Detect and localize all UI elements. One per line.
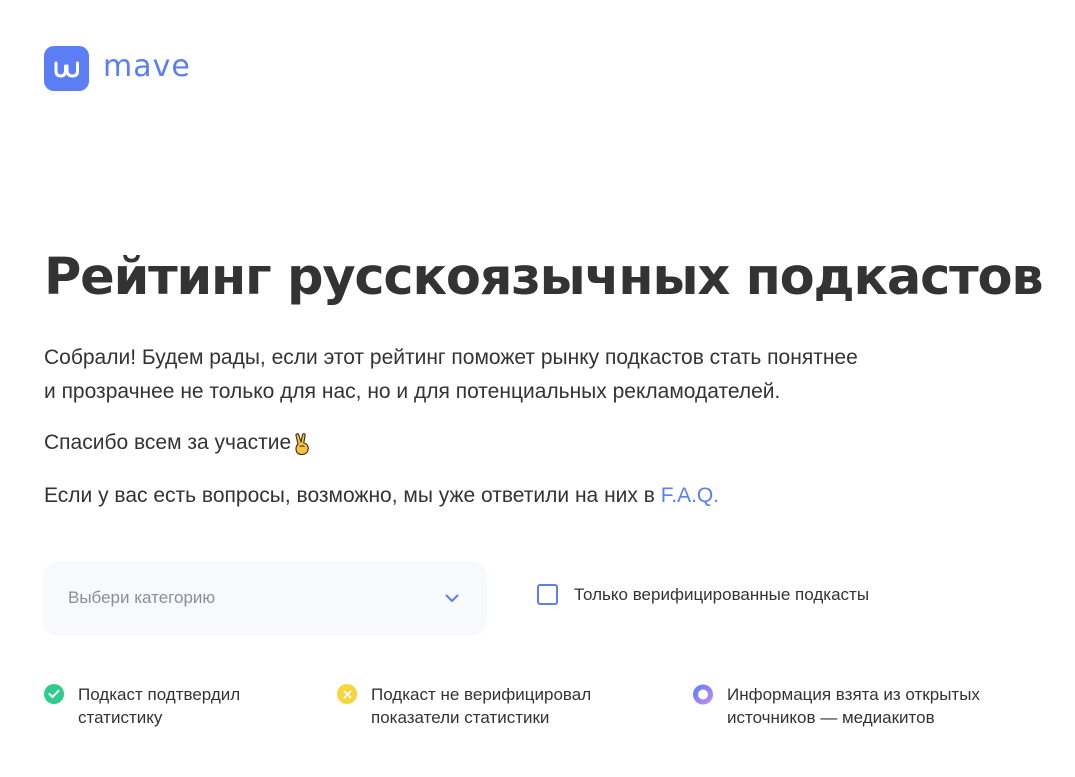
- thanks-label: Спасибо всем за участие: [44, 431, 292, 454]
- category-select[interactable]: Выбери категорию: [44, 562, 486, 634]
- logo[interactable]: mave: [44, 46, 191, 91]
- logo-wordmark: mave: [103, 48, 191, 84]
- legend-text-verified: Подкаст подтвердил статистику: [78, 685, 241, 727]
- legend-item-unverified: Подкаст не верифицировал показатели стат…: [337, 683, 591, 729]
- legend-item-verified: Подкаст подтвердил статистику: [44, 683, 240, 729]
- intro-text: Собрали! Будем рады, если этот рейтинг п…: [44, 341, 1004, 409]
- legend-text-open-sources: Информация взята из открытых источников …: [727, 685, 980, 727]
- category-select-placeholder: Выбери категорию: [68, 588, 216, 607]
- faq-prefix: Если у вас есть вопросы, возможно, мы уж…: [44, 484, 661, 507]
- intro-line-1: Собрали! Будем рады, если этот рейтинг п…: [44, 346, 858, 369]
- faq-link[interactable]: F.A.Q.: [661, 484, 719, 507]
- legend-item-open-sources: Информация взята из открытых источников …: [693, 683, 980, 729]
- page-title: Рейтинг русскоязычных подкастов: [44, 248, 1044, 307]
- mave-logo-icon: [44, 46, 89, 91]
- intro-line-2: и прозрачнее не только для нас, но и для…: [44, 380, 781, 403]
- verified-only-checkbox[interactable]: [537, 584, 558, 605]
- ring-circle-icon: [693, 684, 713, 704]
- verified-only-filter[interactable]: Только верифицированные подкасты: [537, 584, 869, 605]
- victory-hand-icon: [293, 432, 311, 456]
- faq-text: Если у вас есть вопросы, возможно, мы уж…: [44, 479, 719, 513]
- check-circle-icon: [44, 684, 64, 704]
- thanks-text: Спасибо всем за участие: [44, 426, 311, 460]
- chevron-down-icon: [444, 590, 460, 606]
- legend-text-unverified: Подкаст не верифицировал показатели стат…: [371, 685, 592, 727]
- verified-only-label: Только верифицированные подкасты: [574, 584, 870, 604]
- cross-circle-icon: [337, 684, 357, 704]
